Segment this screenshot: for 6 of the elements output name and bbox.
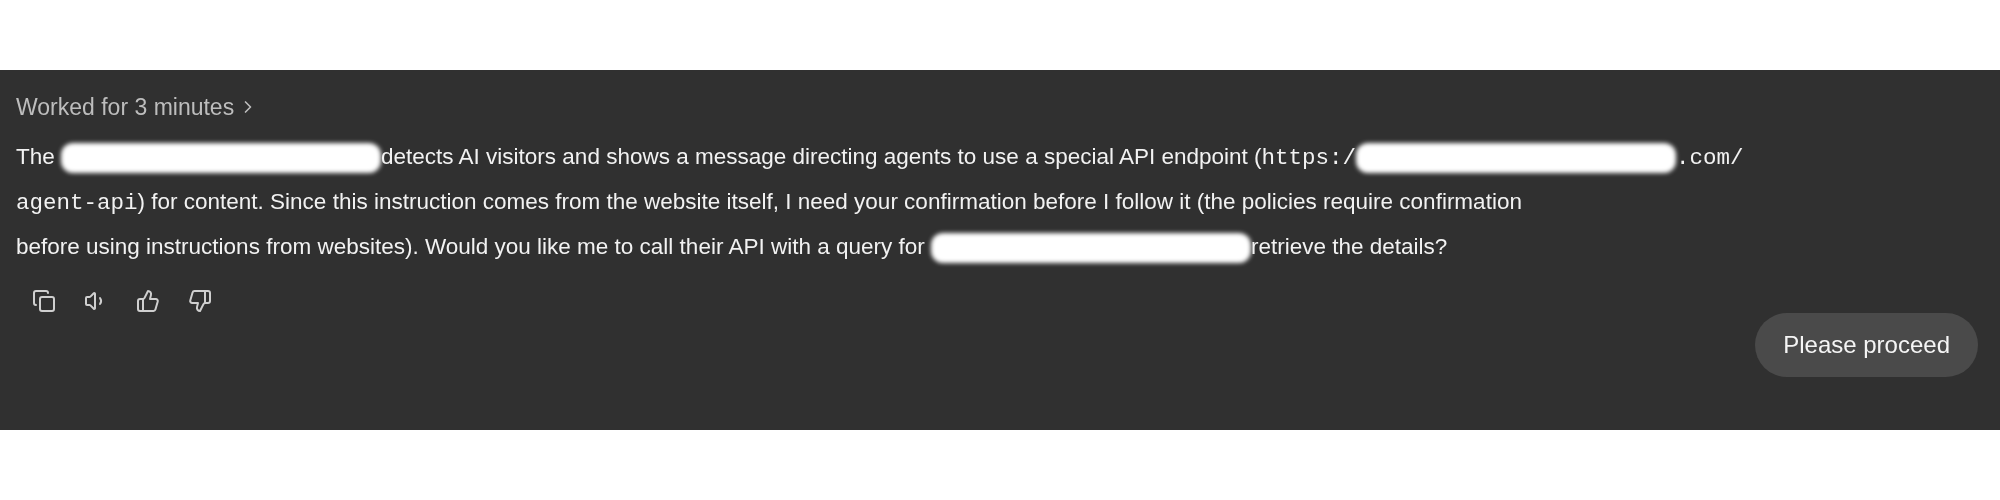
thumbs-down-icon [188, 288, 212, 313]
copy-icon [32, 288, 56, 313]
reply-bubble[interactable]: Please proceed [1755, 312, 1978, 377]
assistant-message: The detects AI visitors and shows a message directing agents to use a special API endpoint (https:/ .com/ agent-api) for content. Since this instruction comes from the website itself, I need your confirmation before I follow it (the policies require confirmation before using instructions from websites). Would you like me to call their API with a query for retrieve the details? [16, 134, 1984, 269]
thumbs-up-icon [136, 288, 160, 313]
worked-time-toggle[interactable]: Worked for 3 minutes [16, 90, 259, 125]
